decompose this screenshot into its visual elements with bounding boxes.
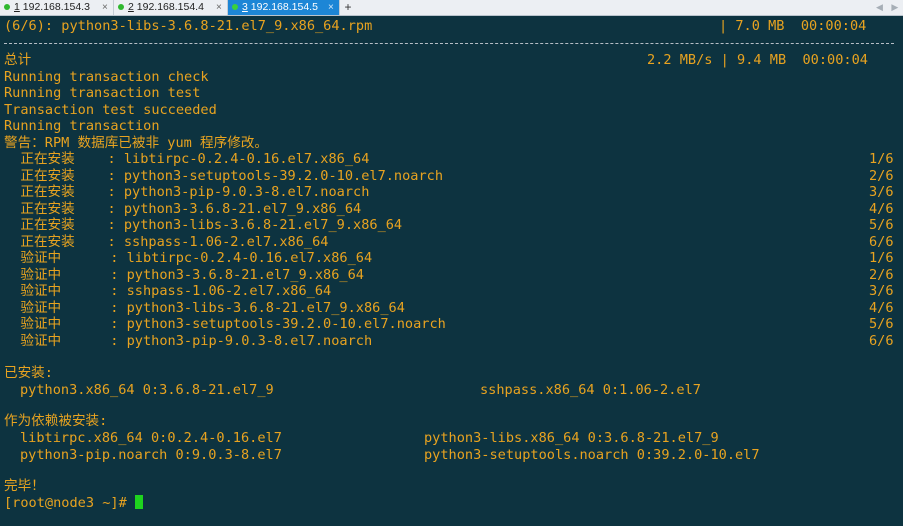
step-action: 验证中 : [4, 316, 127, 332]
step-count: 2/6 [869, 266, 894, 283]
step-action: 正在安装 : [4, 200, 124, 217]
step-action: 正在安装 : [4, 151, 124, 167]
transaction-step-row: 验证中 : sshpass-1.06-2.el7.x86_64 [4, 283, 331, 299]
step-package: python3-libs-3.6.8-21.el7_9.x86_64 [126, 299, 405, 316]
connected-status-icon [118, 4, 124, 10]
step-count: 4/6 [869, 200, 894, 217]
step-action: 验证中 : [4, 250, 127, 266]
connected-status-icon [4, 4, 10, 10]
dependencies-heading: 作为依赖被安装: [4, 413, 108, 429]
transaction-step-row: 验证中 : python3-3.6.8-21.el7_9.x86_64 [4, 267, 364, 283]
step-action: 验证中 : [4, 299, 127, 316]
step-package: libtirpc-0.2.4-0.16.el7.x86_64 [126, 250, 373, 266]
tab-session-3[interactable]: 3 192.168.154.5 × [228, 0, 340, 15]
terminal-output[interactable]: (6/6): python3-libs-3.6.8-21.el7_9.x86_6… [0, 16, 903, 526]
cursor [134, 494, 143, 509]
step-count: 5/6 [869, 316, 894, 332]
step-count: 1/6 [869, 250, 894, 266]
dependency-package: python3-setuptools.noarch 0:39.2.0-10.el… [424, 446, 760, 463]
download-progress-stats: | 7.0 MB 00:00:04 [719, 18, 867, 34]
total-label: 总计 [4, 52, 32, 68]
prompt-text: [root@node3 ~]# [4, 494, 135, 511]
step-count: 4/6 [869, 299, 894, 316]
step-package: sshpass-1.06-2.el7.x86_64 [126, 283, 332, 299]
tab-session-1[interactable]: 1 192.168.154.3 × [0, 0, 114, 15]
step-count: 6/6 [869, 233, 894, 250]
transaction-step-row: 验证中 : libtirpc-0.2.4-0.16.el7.x86_64 [4, 250, 372, 266]
transaction-step-row: 正在安装 : python3-pip-9.0.3-8.el7.noarch [4, 184, 369, 200]
divider [4, 43, 894, 44]
done-message: 完毕！ [4, 478, 45, 494]
step-count: 3/6 [869, 184, 894, 200]
installed-package: sshpass.x86_64 0:1.06-2.el7 [480, 381, 701, 398]
download-progress-line: (6/6): python3-libs-3.6.8-21.el7_9.x86_6… [4, 18, 373, 34]
total-stats: 2.2 MB/s | 9.4 MB 00:00:04 [647, 52, 868, 68]
step-count: 5/6 [869, 217, 894, 233]
step-package: python3-pip-9.0.3-8.el7.noarch [123, 184, 370, 200]
status-line: Running transaction [4, 118, 160, 134]
installed-heading: 已安装: [4, 365, 53, 381]
close-tab-icon[interactable]: × [216, 0, 222, 15]
shell-prompt[interactable]: [root@node3 ~]# [4, 494, 143, 511]
tab-number: 1 [14, 1, 20, 13]
connected-status-icon [232, 4, 238, 10]
step-package: sshpass-1.06-2.el7.x86_64 [123, 233, 329, 250]
step-count: 6/6 [869, 332, 894, 349]
step-package: libtirpc-0.2.4-0.16.el7.x86_64 [123, 151, 370, 167]
tab-host: 192.168.154.4 [136, 1, 204, 13]
dependency-package: python3-pip.noarch 0:9.0.3-8.el7 [20, 446, 282, 463]
status-line: Running transaction check [4, 68, 209, 85]
step-action: 验证中 : [4, 266, 127, 283]
step-action: 正在安装 : [4, 233, 124, 250]
tab-host: 192.168.154.3 [22, 1, 90, 13]
step-count: 3/6 [869, 283, 894, 299]
step-package: python3-3.6.8-21.el7_9.x86_64 [123, 200, 362, 217]
transaction-step-row: 验证中 : python3-libs-3.6.8-21.el7_9.x86_64 [4, 300, 405, 316]
step-action: 验证中 : [4, 283, 127, 299]
tab-number: 3 [242, 1, 248, 13]
step-package: python3-libs-3.6.8-21.el7_9.x86_64 [123, 217, 403, 233]
step-package: python3-setuptools-39.2.0-10.el7.noarch [126, 316, 446, 332]
transaction-step-row: 验证中 : python3-setuptools-39.2.0-10.el7.n… [4, 316, 446, 332]
tab-session-2[interactable]: 2 192.168.154.4 × [114, 0, 228, 15]
installed-package: python3.x86_64 0:3.6.8-21.el7_9 [20, 381, 274, 398]
step-package: python3-setuptools-39.2.0-10.el7.noarch [123, 167, 444, 184]
step-count: 2/6 [869, 167, 894, 184]
tab-scroll-arrows-icon[interactable]: ◀ ▶ [876, 0, 901, 15]
tab-bar: 1 192.168.154.3 × 2 192.168.154.4 × 3 19… [0, 0, 903, 16]
status-line: Running transaction test [4, 85, 201, 101]
tab-host: 192.168.154.5 [250, 1, 318, 13]
new-tab-button[interactable]: + [342, 0, 354, 15]
transaction-step-row: 正在安装 : python3-setuptools-39.2.0-10.el7.… [4, 168, 443, 184]
step-package: python3-pip-9.0.3-8.el7.noarch [126, 332, 373, 349]
transaction-step-row: 正在安装 : sshpass-1.06-2.el7.x86_64 [4, 234, 328, 250]
close-tab-icon[interactable]: × [102, 0, 108, 15]
status-line: Transaction test succeeded [4, 101, 217, 118]
transaction-step-row: 验证中 : python3-pip-9.0.3-8.el7.noarch [4, 333, 372, 349]
dependency-package: python3-libs.x86_64 0:3.6.8-21.el7_9 [424, 430, 719, 446]
step-action: 验证中 : [4, 332, 127, 349]
transaction-step-row: 正在安装 : libtirpc-0.2.4-0.16.el7.x86_64 [4, 151, 369, 167]
step-action: 正在安装 : [4, 217, 124, 233]
step-package: python3-3.6.8-21.el7_9.x86_64 [126, 266, 364, 283]
transaction-step-row: 正在安装 : python3-3.6.8-21.el7_9.x86_64 [4, 201, 361, 217]
warning-line: 警告：RPM 数据库已被非 yum 程序修改。 [4, 134, 268, 151]
step-count: 1/6 [869, 151, 894, 167]
step-action: 正在安装 : [4, 167, 124, 184]
close-tab-icon[interactable]: × [328, 0, 334, 15]
tab-number: 2 [128, 1, 134, 13]
step-action: 正在安装 : [4, 184, 124, 200]
transaction-step-row: 正在安装 : python3-libs-3.6.8-21.el7_9.x86_6… [4, 217, 402, 233]
dependency-package: libtirpc.x86_64 0:0.2.4-0.16.el7 [20, 430, 282, 446]
